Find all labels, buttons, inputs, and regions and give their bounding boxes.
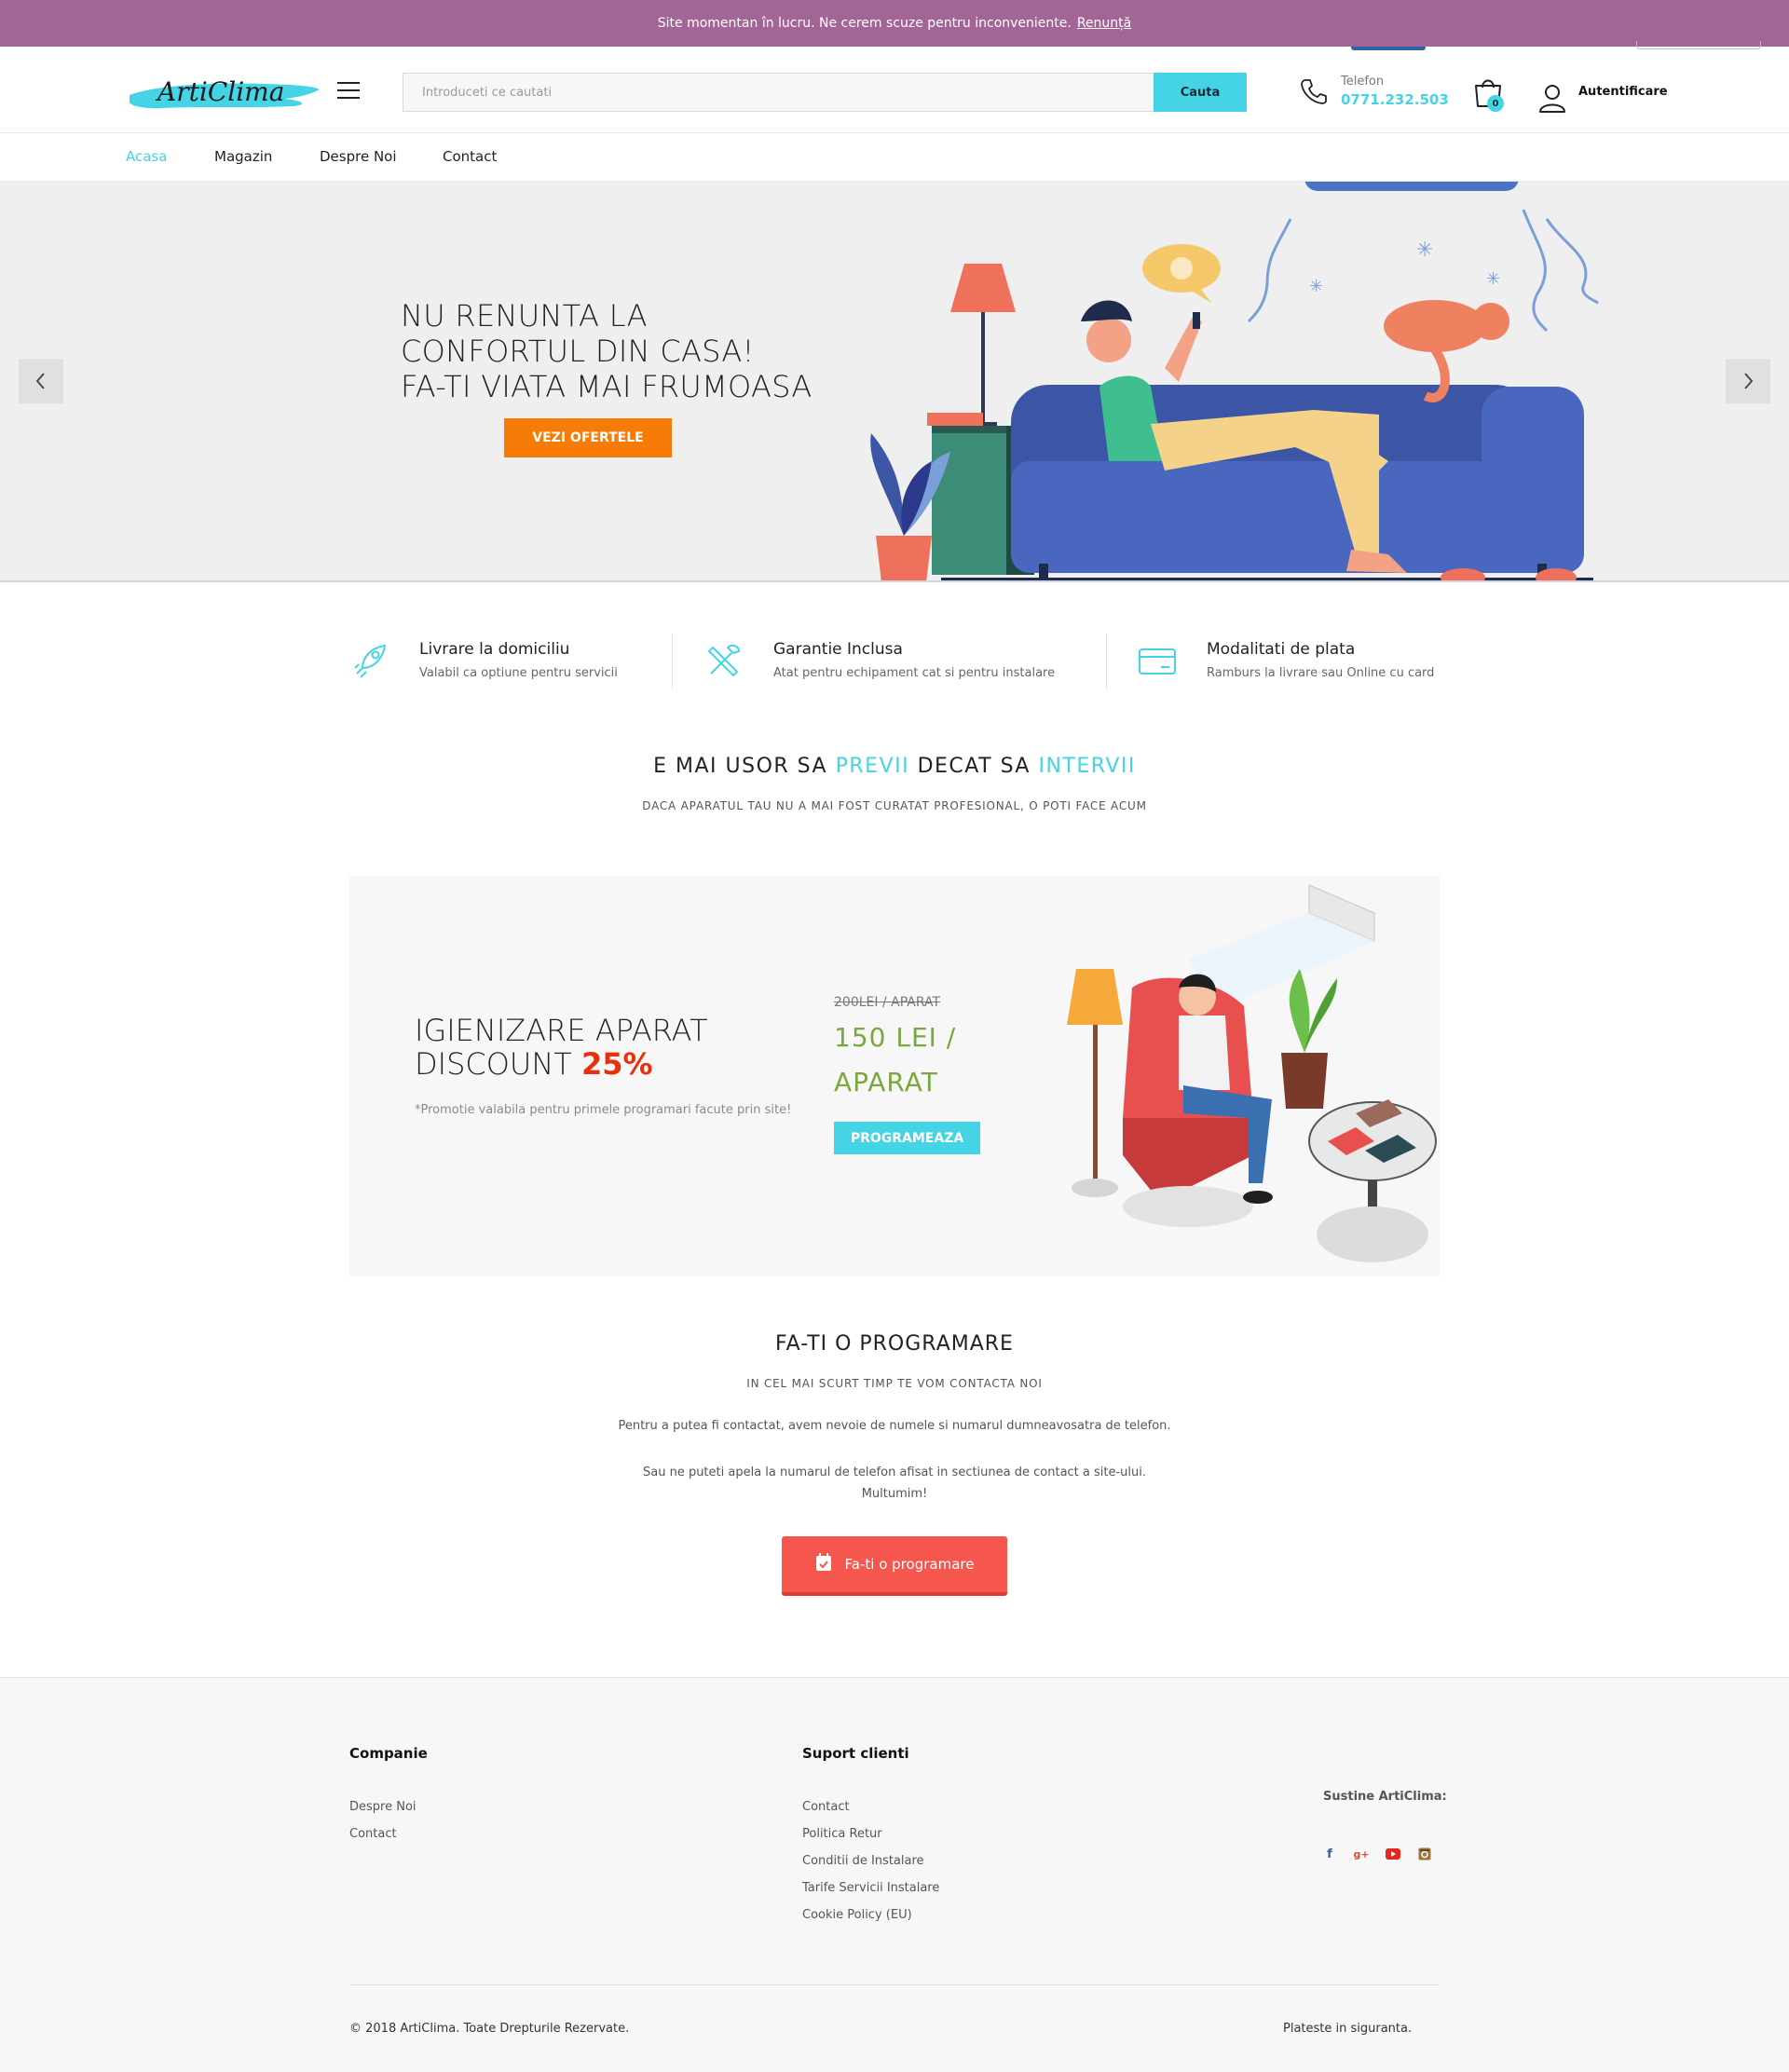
feature-title: Modalitati de plata (1207, 640, 1356, 659)
hero-line-2: CONFORTUL DIN CASA! (401, 334, 755, 369)
phone-icon (1299, 76, 1329, 106)
promo-discount: 25% (581, 1046, 653, 1082)
promo-title-line2: DISCOUNT (415, 1046, 581, 1082)
tagline-part2: DECAT SA (909, 755, 1039, 778)
footer-link-contact[interactable]: Contact (802, 1793, 939, 1820)
appointment-subtitle: IN CEL MAI SCURT TIMP TE VOM CONTACTA NO… (746, 1377, 1043, 1390)
nav-item-contact[interactable]: Contact (443, 148, 497, 165)
pay-safely-text: Plateste in siguranta. (1283, 2022, 1413, 2036)
slider-next-arrow[interactable] (1726, 359, 1770, 403)
schedule-button[interactable]: PROGRAMEAZA (834, 1122, 980, 1154)
notice-bar: Site momentan în lucru. Ne cerem scuze p… (0, 0, 1789, 47)
hero-offers-button[interactable]: VEZI OFERTELE (504, 418, 672, 457)
phone-label: Telefon (1341, 75, 1385, 89)
calendar-check-icon (815, 1553, 832, 1575)
hero-line-3: FA-TI VIATA MAI FRUMOASA (401, 369, 813, 404)
site-footer: Companie Despre Noi Contact Suport clien… (0, 1677, 1789, 2072)
promo-illustration (1030, 876, 1440, 1276)
search-button[interactable]: Cauta (1154, 73, 1247, 112)
hero-slider: NU RENUNTA LA CONFORTUL DIN CASA! FA-TI … (0, 182, 1789, 582)
support-label: Sustine ArtiClima: (1323, 1790, 1447, 1804)
site-header: ArtiClima Cauta Telefon 0771.232.503 0 A… (0, 47, 1789, 133)
phone-number[interactable]: 0771.232.503 (1341, 91, 1449, 108)
youtube-icon[interactable] (1385, 1846, 1401, 1862)
footer-support-heading: Suport clienti (802, 1745, 909, 1762)
credit-card-icon (1137, 640, 1178, 681)
menu-icon[interactable] (337, 82, 360, 101)
footer-company-links: Despre Noi Contact (349, 1793, 417, 1847)
copyright: © 2018 ArtiClima. Toate Drepturile Rezer… (349, 2022, 630, 2036)
hero-line-1: NU RENUNTA LA (401, 298, 648, 334)
tagline-highlight1: PREVII (835, 755, 910, 778)
feature-title: Garantie Inclusa (773, 640, 903, 659)
features-row: Livrare la domiciliu Valabil ca optiune … (349, 629, 1440, 694)
notice-text: Site momentan în lucru. Ne cerem scuze p… (657, 16, 1072, 31)
promo-note: *Promotie valabila pentru primele progra… (415, 1103, 792, 1117)
footer-divider (349, 1984, 1440, 1985)
appointment-paragraph-2-line2: Multumim! (861, 1487, 928, 1501)
promo-banner: IGIENIZARE APARAT DISCOUNT 25% *Promotie… (349, 876, 1440, 1276)
hero-title: NU RENUNTA LA CONFORTUL DIN CASA! FA-TI … (401, 298, 813, 404)
user-icon[interactable] (1537, 82, 1567, 114)
tagline-highlight2: INTERVII (1038, 755, 1136, 778)
nav-item-acasa[interactable]: Acasa (126, 148, 167, 165)
svg-text:✳: ✳ (1486, 269, 1500, 289)
google-plus-icon[interactable]: g+ (1353, 1846, 1370, 1862)
instagram-icon[interactable] (1416, 1846, 1433, 1862)
tagline-subtitle: DACA APARATUL TAU NU A MAI FOST CURATAT … (642, 799, 1147, 812)
feature-warranty: Garantie Inclusa Atat pentru echipament … (703, 629, 1076, 694)
footer-support-links: Contact Politica Retur Conditii de Insta… (802, 1793, 939, 1929)
facebook-icon[interactable]: f (1321, 1846, 1338, 1862)
svg-text:ArtiClima: ArtiClima (155, 76, 284, 107)
nav-item-despre-noi[interactable]: Despre Noi (320, 148, 397, 165)
svg-text:✳: ✳ (1416, 239, 1433, 262)
footer-link-tarife-servicii[interactable]: Tarife Servicii Instalare (802, 1874, 939, 1902)
feature-subtitle: Valabil ca optiune pentru servicii (419, 666, 618, 680)
footer-link-conditii-instalare[interactable]: Conditii de Instalare (802, 1847, 939, 1874)
appointment-paragraph-1: Pentru a putea fi contactat, avem nevoie… (618, 1419, 1171, 1433)
login-link[interactable]: Autentificare (1578, 85, 1668, 99)
hero-illustration: ✳ ✳ ✳ (829, 182, 1696, 580)
feature-title: Livrare la domiciliu (419, 640, 570, 659)
appointment-button-label: Fa-ti o programare (844, 1556, 975, 1573)
new-price: 150 LEI / APARAT (834, 1022, 957, 1097)
feature-delivery: Livrare la domiciliu Valabil ca optiune … (349, 629, 676, 694)
feature-divider (1106, 634, 1107, 689)
svg-text:✳: ✳ (1309, 277, 1323, 296)
section-tagline: E MAI USOR SA PREVII DECAT SA INTERVII (0, 755, 1789, 778)
feature-subtitle: Ramburs la livrare sau Online cu card (1207, 666, 1435, 680)
appointment-paragraph-2: Sau ne puteti apela la numarul de telefo… (0, 1462, 1789, 1505)
cart-count-badge: 0 (1487, 95, 1504, 112)
rocket-icon (349, 640, 390, 681)
tagline-part1: E MAI USOR SA (653, 755, 836, 778)
feature-divider (672, 634, 673, 689)
appointment-title: FA-TI O PROGRAMARE (775, 1332, 1014, 1356)
search-input[interactable] (403, 73, 1154, 112)
footer-link-despre-noi[interactable]: Despre Noi (349, 1793, 417, 1820)
footer-link-politica-retur[interactable]: Politica Retur (802, 1820, 939, 1847)
site-logo[interactable]: ArtiClima (126, 69, 321, 116)
appointment-paragraph-2-line1: Sau ne puteti apela la numarul de telefo… (642, 1465, 1147, 1479)
slider-prev-arrow[interactable] (19, 359, 63, 403)
nav-item-magazin[interactable]: Magazin (214, 148, 272, 165)
old-price: 200LEI / APARAT (834, 995, 941, 1010)
promo-title: IGIENIZARE APARAT DISCOUNT 25% (415, 1014, 708, 1081)
feature-payment: Modalitati de plata Ramburs la livrare s… (1137, 629, 1444, 694)
promo-title-line1: IGIENIZARE APARAT (415, 1013, 708, 1048)
footer-link-cookie-policy[interactable]: Cookie Policy (EU) (802, 1902, 939, 1929)
tools-icon (703, 640, 744, 681)
notice-dismiss-link[interactable]: Renunță (1077, 16, 1131, 31)
feature-subtitle: Atat pentru echipament cat si pentru ins… (773, 666, 1056, 680)
footer-link-contact[interactable]: Contact (349, 1820, 417, 1847)
appointment-button[interactable]: Fa-ti o programare (782, 1536, 1007, 1596)
footer-company-heading: Companie (349, 1745, 428, 1762)
main-nav: Acasa Magazin Despre Noi Contact (0, 133, 1789, 182)
